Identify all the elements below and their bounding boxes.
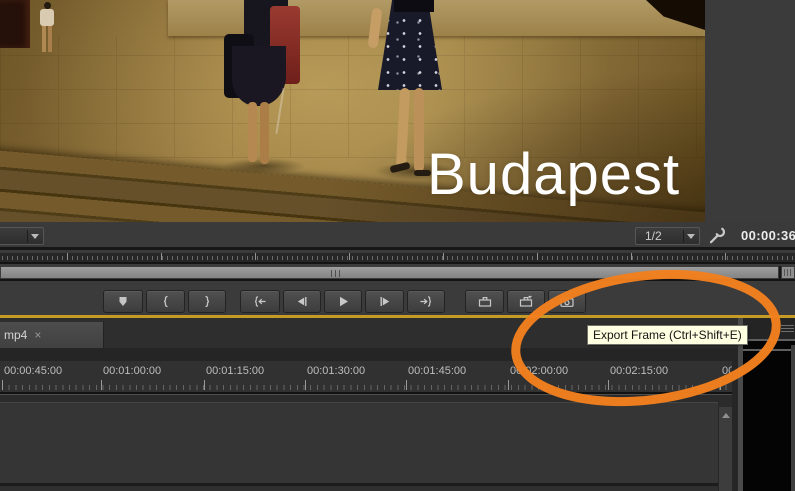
- right-panel-line: [743, 349, 795, 351]
- go-to-out-button[interactable]: [407, 290, 445, 313]
- mark-in-button[interactable]: [146, 290, 185, 313]
- ruler-major-tick: [305, 380, 306, 390]
- sequence-tab[interactable]: mp4 ×: [0, 322, 104, 348]
- ruler-minor-ticks: [2, 385, 732, 390]
- timeline-panel: 00:00:45:00 00:01:00:00 00:01:15:00 00:0…: [0, 348, 738, 491]
- sequence-tab-label: mp4: [4, 328, 28, 342]
- go-to-in-icon: [254, 296, 266, 307]
- video-preview: Budapest: [0, 0, 705, 222]
- ruler-label: 00:01:45:00: [408, 365, 467, 377]
- next-track-strip: [0, 486, 718, 491]
- chevron-down-icon: [31, 234, 39, 239]
- ruler-label: 00:00:45:00: [4, 365, 63, 377]
- pedestrian-far-silhouette: [36, 2, 60, 62]
- ruler-major-tick: [204, 380, 205, 390]
- mark-in-icon: [163, 295, 168, 308]
- ruler-label: 00:02:30:00: [722, 365, 732, 377]
- timeline-vertical-scrollbar[interactable]: [718, 407, 732, 491]
- ruler-major-tick: [720, 380, 721, 390]
- step-forward-icon: [379, 297, 389, 306]
- monitor-time-ruler[interactable]: [0, 253, 795, 264]
- playback-resolution-dropdown[interactable]: 1/2: [635, 227, 700, 245]
- add-marker-icon: [119, 297, 127, 306]
- play-icon: [340, 296, 348, 307]
- panel-grip-dots-icon: [781, 323, 794, 332]
- ruler-major-tick: [406, 380, 407, 390]
- ruler-major-tick: [2, 380, 3, 390]
- mark-out-button[interactable]: [188, 290, 226, 313]
- lift-button[interactable]: [465, 290, 504, 313]
- grip-dots-icon: [784, 269, 792, 276]
- ruler-label: 00:01:30:00: [307, 365, 366, 377]
- right-side-panel: [743, 318, 795, 491]
- lift-icon: [478, 297, 491, 307]
- monitor-horizontal-scrollbar[interactable]: [0, 266, 795, 279]
- timeline-track-area[interactable]: [0, 402, 718, 483]
- ruler-major-tick: [608, 380, 609, 390]
- monitor-control-bar: 1/2 00:00:36: [0, 222, 795, 250]
- scrollbar-thumb[interactable]: [0, 266, 779, 279]
- scrollbar-grip-icon: [331, 270, 341, 277]
- ruler-major-tick: [508, 380, 509, 390]
- zoom-level-dropdown[interactable]: [0, 227, 44, 245]
- mark-out-icon: [205, 295, 210, 308]
- right-panel-strip: [743, 341, 795, 349]
- dropdown-separator: [683, 230, 684, 242]
- settings-wrench-icon[interactable]: [708, 226, 727, 245]
- export-frame-tooltip: Export Frame (Ctrl+Shift+E): [587, 325, 748, 345]
- current-timecode[interactable]: 00:00:36: [741, 228, 795, 243]
- play-button[interactable]: [324, 290, 362, 313]
- pedestrian-left-silhouette: [222, 0, 306, 178]
- application-window: Budapest 1/2 00:00:36 mp4 × 00:00:45:00 …: [0, 0, 795, 491]
- export-frame-button[interactable]: [548, 290, 586, 313]
- ruler-major-ticks: [67, 253, 795, 260]
- extract-button[interactable]: [507, 290, 545, 313]
- doorway-silhouette: [0, 0, 30, 48]
- ruler-major-tick: [101, 380, 102, 390]
- timeline-ruler[interactable]: 00:00:45:00 00:01:00:00 00:01:15:00 00:0…: [0, 361, 732, 392]
- tab-close-icon[interactable]: ×: [34, 328, 41, 342]
- step-forward-button[interactable]: [365, 290, 404, 313]
- scrollbar-end-cap[interactable]: [781, 266, 795, 279]
- right-panel-border: [791, 345, 795, 491]
- timeline-header-strip: [0, 348, 738, 361]
- ruler-label: 00:01:00:00: [103, 365, 162, 377]
- ruler-label: 00:02:00:00: [510, 365, 569, 377]
- step-back-icon: [297, 297, 307, 306]
- step-back-button[interactable]: [283, 290, 321, 313]
- timeline-separator-highlight: [0, 394, 732, 395]
- ruler-label: 00:01:15:00: [206, 365, 265, 377]
- camera-icon: [560, 297, 574, 307]
- scroll-up-arrow-icon: [721, 413, 730, 418]
- dropdown-separator: [27, 230, 28, 242]
- ruler-label: 00:02:15:00: [610, 365, 669, 377]
- go-to-out-icon: [420, 296, 432, 307]
- add-marker-button[interactable]: [103, 290, 143, 313]
- transport-controls: [0, 279, 795, 315]
- extract-icon: [519, 295, 533, 307]
- go-to-in-button[interactable]: [240, 290, 280, 313]
- playback-resolution-value: 1/2: [645, 229, 662, 243]
- chevron-down-icon: [687, 234, 695, 239]
- video-overlay-title: Budapest: [427, 142, 681, 207]
